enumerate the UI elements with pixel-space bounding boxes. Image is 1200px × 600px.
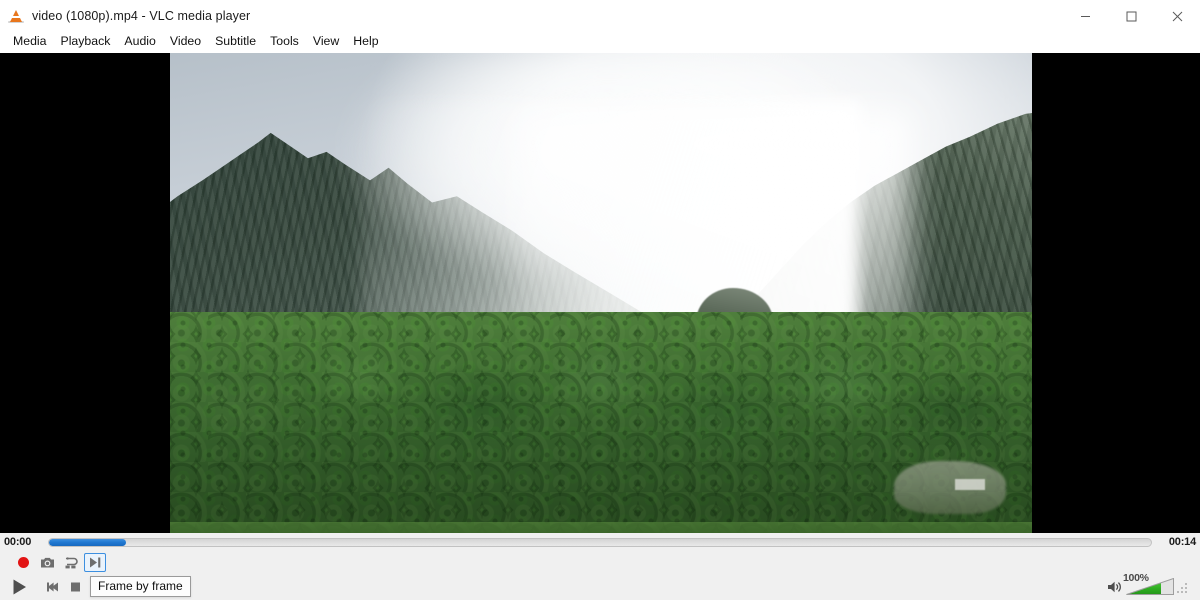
extended-controls-row [0,551,1200,573]
maximize-icon [1126,11,1136,21]
elapsed-time-label: 00:00 [4,536,32,548]
record-button[interactable] [12,553,34,572]
mute-toggle-button[interactable] [1106,578,1124,596]
seek-progress-fill [49,538,127,546]
minimize-button[interactable] [1062,0,1108,32]
seek-bar-row: 00:00 00:14 [0,533,1200,551]
play-button[interactable] [6,576,32,598]
stop-button[interactable] [65,577,86,596]
video-display-area[interactable] [0,53,1200,533]
play-triangle-icon [13,579,26,594]
video-frame[interactable] [170,53,1032,533]
speaker-icon [1108,581,1121,592]
minimize-icon [1080,15,1090,17]
volume-control: 100% [1106,572,1190,596]
ab-loop-button[interactable] [60,553,82,572]
menu-item-media[interactable]: Media [6,32,54,52]
vlc-media-player-window: video (1080p).mp4 - VLC media player Med… [0,0,1200,600]
tooltip: Frame by frame [90,576,191,597]
foreground-grass-strip [170,522,1032,533]
close-icon [1172,11,1182,21]
window-controls [1062,0,1200,32]
skip-back-icon [46,582,58,591]
menu-item-playback[interactable]: Playback [54,32,118,52]
volume-slider[interactable] [1126,578,1174,595]
frame-by-frame-button[interactable] [84,552,106,572]
building-structure [955,479,985,490]
window-title: video (1080p).mp4 - VLC media player [32,9,251,23]
menu-item-audio[interactable]: Audio [117,32,162,52]
resize-grip[interactable] [1176,579,1190,595]
menu-item-subtitle[interactable]: Subtitle [208,32,263,52]
title-bar: video (1080p).mp4 - VLC media player [0,0,1200,32]
camera-icon [40,557,54,567]
clearing-area [894,461,1007,514]
menu-item-help[interactable]: Help [346,32,385,52]
menu-item-view[interactable]: View [306,32,346,52]
seek-slider[interactable] [48,537,1152,547]
close-button[interactable] [1154,0,1200,32]
frame-step-icon [90,557,101,567]
menu-item-tools[interactable]: Tools [263,32,306,52]
ab-loop-icon [65,556,78,568]
total-time-label: 00:14 [1168,536,1196,548]
vlc-cone-icon [8,8,24,24]
volume-fill [1126,578,1161,595]
record-circle-icon [17,556,29,568]
maximize-button[interactable] [1108,0,1154,32]
menu-item-video[interactable]: Video [163,32,208,52]
previous-button[interactable] [42,577,63,596]
stop-square-icon [71,582,80,591]
snapshot-button[interactable] [36,553,58,572]
menu-bar: Media Playback Audio Video Subtitle Tool… [0,32,1200,53]
playback-controls-row: 100% Frame by frame [0,572,1200,600]
